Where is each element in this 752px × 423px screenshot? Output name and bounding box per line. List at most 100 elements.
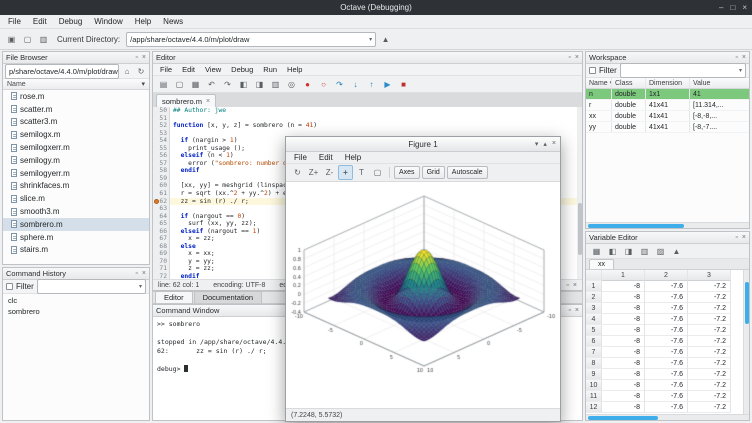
editor-menu-item-help[interactable]: Help xyxy=(282,65,307,74)
workspace-hscrollbar[interactable] xyxy=(586,222,749,228)
file-row-scatter3-m[interactable]: scatter3.m xyxy=(3,116,149,129)
chart-icon[interactable]: ▨ xyxy=(653,244,668,259)
grid-cell[interactable]: -7.6 xyxy=(645,347,688,358)
line-number-gutter[interactable]: 57 xyxy=(153,160,170,168)
paste-icon[interactable]: ▥ xyxy=(268,77,283,92)
pan-icon[interactable]: + xyxy=(338,165,353,180)
grid-row-header[interactable]: 6 xyxy=(586,336,602,347)
figure-menu-item-edit[interactable]: Edit xyxy=(313,152,339,163)
new-icon[interactable]: ▤ xyxy=(156,77,171,92)
filter-checkbox[interactable] xyxy=(6,283,13,290)
folder-icon[interactable]: ▢ xyxy=(20,32,35,47)
tab-close-icon[interactable]: × xyxy=(206,98,210,105)
maximize-icon[interactable]: ▴ xyxy=(543,140,547,148)
grid-cell[interactable]: -7.6 xyxy=(645,369,688,380)
directory-up-button[interactable]: ▲ xyxy=(378,32,393,47)
grid-row-header[interactable]: 7 xyxy=(586,347,602,358)
line-number-gutter[interactable]: 52 xyxy=(153,122,170,130)
editor-tab-sombrero[interactable]: sombrero.m × xyxy=(156,94,216,107)
workspace-row-xx[interactable]: xxdouble41x41[-8,-8,... xyxy=(586,111,749,122)
grid-cell[interactable]: -8 xyxy=(602,336,645,347)
grid-cell[interactable]: -8 xyxy=(602,314,645,325)
file-row-smooth3-m[interactable]: smooth3.m xyxy=(3,205,149,218)
copy-icon[interactable]: ◨ xyxy=(252,77,267,92)
editor-menu-item-view[interactable]: View xyxy=(200,65,226,74)
workspace-row-r[interactable]: rdouble41x41[11.314,... xyxy=(586,100,749,111)
line-number-gutter[interactable]: 61 xyxy=(153,190,170,198)
line-number-gutter[interactable]: 60 xyxy=(153,182,170,190)
window-titlebar[interactable]: Octave (Debugging) – □ × xyxy=(0,0,752,15)
grid-cell[interactable]: -7.6 xyxy=(645,380,688,391)
undock-icon[interactable]: ▫ xyxy=(568,307,570,314)
line-number-gutter[interactable]: 56 xyxy=(153,152,170,160)
undock-icon[interactable]: ▫ xyxy=(735,234,737,241)
file-row-sphere-m[interactable]: sphere.m xyxy=(3,231,149,244)
close-icon[interactable]: × xyxy=(575,54,579,61)
history-entry-sombrero[interactable]: sombrero xyxy=(3,306,149,317)
menu-item-window[interactable]: Window xyxy=(88,16,128,27)
save-icon[interactable]: ▦ xyxy=(188,77,203,92)
file-row-stairs-m[interactable]: stairs.m xyxy=(3,244,149,257)
filter-checkbox[interactable] xyxy=(589,67,596,74)
editor-scrollbar[interactable] xyxy=(577,107,582,279)
close-icon[interactable]: × xyxy=(142,270,146,277)
text-icon[interactable]: T xyxy=(354,165,369,180)
grid-row-header[interactable]: 8 xyxy=(586,358,602,369)
workspace-row-yy[interactable]: yydouble41x41[-8,-7.... xyxy=(586,122,749,133)
grid-row-header[interactable]: 4 xyxy=(586,314,602,325)
step-in-icon[interactable]: ↓ xyxy=(348,77,363,92)
figure-menu-item-help[interactable]: Help xyxy=(339,152,367,163)
menu-item-help[interactable]: Help xyxy=(129,16,157,27)
find-icon[interactable]: ◎ xyxy=(284,77,299,92)
line-number-gutter[interactable]: 66 xyxy=(153,228,170,236)
undo-icon[interactable]: ↶ xyxy=(204,77,219,92)
figure-button-autoscale[interactable]: Autoscale xyxy=(447,166,488,179)
paste-icon[interactable]: ▥ xyxy=(637,244,652,259)
line-number-gutter[interactable]: 54 xyxy=(153,137,170,145)
grid-cell[interactable]: -7.6 xyxy=(645,402,688,413)
file-row-scatter-m[interactable]: scatter.m xyxy=(3,103,149,116)
grid-row-header[interactable]: 11 xyxy=(586,391,602,402)
figure-button-grid[interactable]: Grid xyxy=(422,166,445,179)
open-icon[interactable]: ▢ xyxy=(172,77,187,92)
close-icon[interactable]: × xyxy=(742,234,746,241)
grid-cell[interactable]: -7.6 xyxy=(645,358,688,369)
grid-cell[interactable]: -7.6 xyxy=(645,391,688,402)
close-icon[interactable]: × xyxy=(552,140,556,148)
step-out-icon[interactable]: ↑ xyxy=(364,77,379,92)
grid-row-header[interactable]: 10 xyxy=(586,380,602,391)
grid-cell[interactable]: -7.2 xyxy=(688,369,731,380)
line-number-gutter[interactable]: 67 xyxy=(153,235,170,243)
line-number-gutter[interactable]: 68 xyxy=(153,243,170,251)
editor-menu-item-edit[interactable]: Edit xyxy=(177,65,200,74)
line-number-gutter[interactable]: 72 xyxy=(153,273,170,279)
line-number-gutter[interactable]: 62 xyxy=(153,198,170,206)
grid-cell[interactable]: -7.6 xyxy=(645,314,688,325)
grid-cell[interactable]: -7.2 xyxy=(688,347,731,358)
close-icon[interactable]: × xyxy=(142,54,146,61)
grid-cell[interactable]: -7.2 xyxy=(688,391,731,402)
grid-cell[interactable]: -7.6 xyxy=(645,336,688,347)
undock-icon[interactable]: ▫ xyxy=(568,54,570,61)
grid-cell[interactable]: -8 xyxy=(602,358,645,369)
line-number-gutter[interactable]: 51 xyxy=(153,115,170,123)
close-icon[interactable]: × xyxy=(742,3,747,12)
grid-cell[interactable]: -7.6 xyxy=(645,325,688,336)
grid-cell[interactable]: -7.2 xyxy=(688,292,731,303)
grid-row-header[interactable]: 9 xyxy=(586,369,602,380)
code-line-51[interactable]: 51 xyxy=(153,115,582,123)
figure-plot-canvas[interactable] xyxy=(286,182,558,406)
grid-cell[interactable]: -8 xyxy=(602,380,645,391)
save-icon[interactable]: ▦ xyxy=(589,244,604,259)
menu-item-news[interactable]: News xyxy=(157,16,189,27)
grid-cell[interactable]: -7.6 xyxy=(645,303,688,314)
cut-icon[interactable]: ◧ xyxy=(236,77,251,92)
file-row-slice-m[interactable]: slice.m xyxy=(3,192,149,205)
breakpoint-icon[interactable]: ● xyxy=(300,77,315,92)
breakpoint-clear-icon[interactable]: ○ xyxy=(316,77,331,92)
grid-column-header-3[interactable]: 3 xyxy=(688,270,731,281)
grid-cell[interactable]: -8 xyxy=(602,325,645,336)
grid-cell[interactable]: -7.2 xyxy=(688,281,731,292)
line-number-gutter[interactable]: 50 xyxy=(153,107,170,115)
stop-icon[interactable]: ■ xyxy=(396,77,411,92)
